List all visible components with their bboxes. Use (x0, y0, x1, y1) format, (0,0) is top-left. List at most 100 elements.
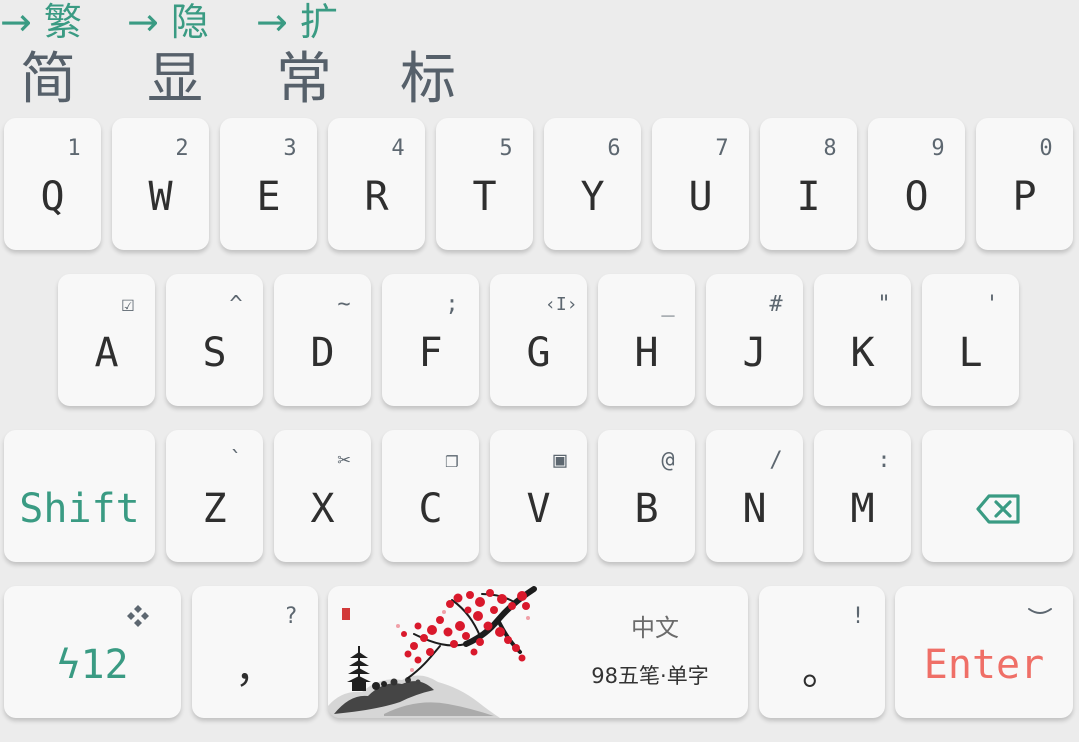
key-label: G (526, 330, 551, 376)
key-d[interactable]: ~ D (274, 274, 371, 406)
key-r[interactable]: 4 R (328, 118, 425, 250)
candidate-text[interactable]: 标 (400, 47, 456, 113)
key-g[interactable]: ‹I› G (490, 274, 587, 406)
candidate-text[interactable]: 显 (147, 47, 203, 113)
key-b[interactable]: @ B (598, 430, 695, 562)
key-hint: 5 (499, 136, 513, 161)
key-c[interactable]: ❐ C (382, 430, 479, 562)
key-hint: : (877, 448, 891, 473)
key-label: K (850, 330, 875, 376)
key-a[interactable]: ☑ A (58, 274, 155, 406)
key-hint: " (877, 292, 891, 317)
candidate-text[interactable]: 常 (276, 47, 332, 113)
key-hint: 2 (175, 136, 189, 161)
key-hint: 4 (391, 136, 405, 161)
key-q[interactable]: 1 Q (4, 118, 101, 250)
key-label: Q (40, 174, 65, 220)
key-s[interactable]: ^ S (166, 274, 263, 406)
key-hint: # (769, 292, 783, 317)
key-i[interactable]: 8 I (760, 118, 857, 250)
candidate-item-4[interactable]: 标 (380, 0, 508, 112)
key-h[interactable]: _ H (598, 274, 695, 406)
candidate-text[interactable]: 简 (20, 47, 76, 113)
key-label: V (526, 486, 551, 532)
backspace-key[interactable] (922, 430, 1073, 562)
key-label: L (958, 330, 983, 376)
key-w[interactable]: 2 W (112, 118, 209, 250)
shift-label: Shift (19, 486, 140, 532)
period-key[interactable]: ! 。 (759, 586, 885, 718)
key-label: 。 (802, 648, 842, 694)
key-hint: ` (229, 448, 243, 473)
key-m[interactable]: : M (814, 430, 911, 562)
plum-blossom-painting (328, 586, 537, 718)
candidate-item-1[interactable]: → 繁 简 (0, 0, 128, 112)
key-o[interactable]: 9 O (868, 118, 965, 250)
comma-key[interactable]: ? ， (192, 586, 318, 718)
symbols-key[interactable]: ϟ12 (4, 586, 181, 718)
copy-icon: ❐ (445, 448, 459, 473)
candidate-item-3[interactable]: → 扩 常 (256, 0, 384, 112)
space-schema-label: 98五笔·单字 (591, 664, 709, 688)
key-label: ， (235, 646, 275, 692)
key-label: C (418, 486, 443, 532)
cursor-icon: ‹I› (545, 294, 578, 315)
key-x[interactable]: ✂ X (274, 430, 371, 562)
key-label: J (742, 330, 767, 376)
key-hint: 0 (1039, 136, 1053, 161)
shift-key[interactable]: Shift (4, 430, 155, 562)
key-label: Z (202, 486, 227, 532)
candidate-comment: → 扩 (256, 0, 338, 44)
key-z[interactable]: ` Z (166, 430, 263, 562)
key-label: O (904, 174, 929, 220)
key-label: I (796, 174, 821, 220)
key-hint: 1 (67, 136, 81, 161)
key-hint: 8 (823, 136, 837, 161)
key-p[interactable]: 0 P (976, 118, 1073, 250)
key-hint: @ (661, 448, 675, 473)
key-label: H (634, 330, 659, 376)
key-hint: _ (661, 292, 675, 317)
key-t[interactable]: 5 T (436, 118, 533, 250)
space-key[interactable]: 中文 98五笔·单字 (328, 586, 748, 718)
key-hint: ' (985, 292, 999, 317)
candidate-comment: → 隐 (127, 0, 209, 44)
key-y[interactable]: 6 Y (544, 118, 641, 250)
key-n[interactable]: / N (706, 430, 803, 562)
chevron-down-icon[interactable] (1027, 606, 1053, 620)
four-diamonds-icon (127, 605, 149, 627)
key-hint: ; (445, 292, 459, 317)
key-k[interactable]: " K (814, 274, 911, 406)
key-hint: ^ (229, 292, 243, 317)
key-hint: 6 (607, 136, 621, 161)
paste-icon: ▣ (553, 448, 567, 473)
key-l[interactable]: ' L (922, 274, 1019, 406)
key-f[interactable]: ; F (382, 274, 479, 406)
key-hint: 3 (283, 136, 297, 161)
enter-label: Enter (923, 642, 1045, 688)
key-e[interactable]: 3 E (220, 118, 317, 250)
key-label: S (202, 330, 227, 376)
key-label: Y (580, 174, 605, 220)
symbols-label: ϟ12 (56, 642, 129, 688)
key-label: F (418, 330, 443, 376)
key-hint: 7 (715, 136, 729, 161)
key-hint: 9 (931, 136, 945, 161)
key-hint: ~ (337, 292, 351, 317)
key-hint: ? (284, 604, 298, 629)
key-label: B (634, 486, 659, 532)
key-label: T (472, 174, 497, 220)
enter-key[interactable]: Enter (895, 586, 1073, 718)
key-j[interactable]: # J (706, 274, 803, 406)
key-v[interactable]: ▣ V (490, 430, 587, 562)
checkbox-icon: ☑ (121, 292, 135, 317)
candidate-item-2[interactable]: → 隐 显 (127, 0, 255, 112)
key-u[interactable]: 7 U (652, 118, 749, 250)
key-label: E (256, 174, 281, 220)
scissors-icon: ✂ (337, 448, 351, 473)
key-label: W (148, 174, 173, 220)
seal-stamp (342, 608, 350, 620)
key-hint: / (769, 448, 783, 473)
candidate-comment: → 繁 (0, 0, 82, 44)
backspace-icon (976, 494, 1020, 524)
